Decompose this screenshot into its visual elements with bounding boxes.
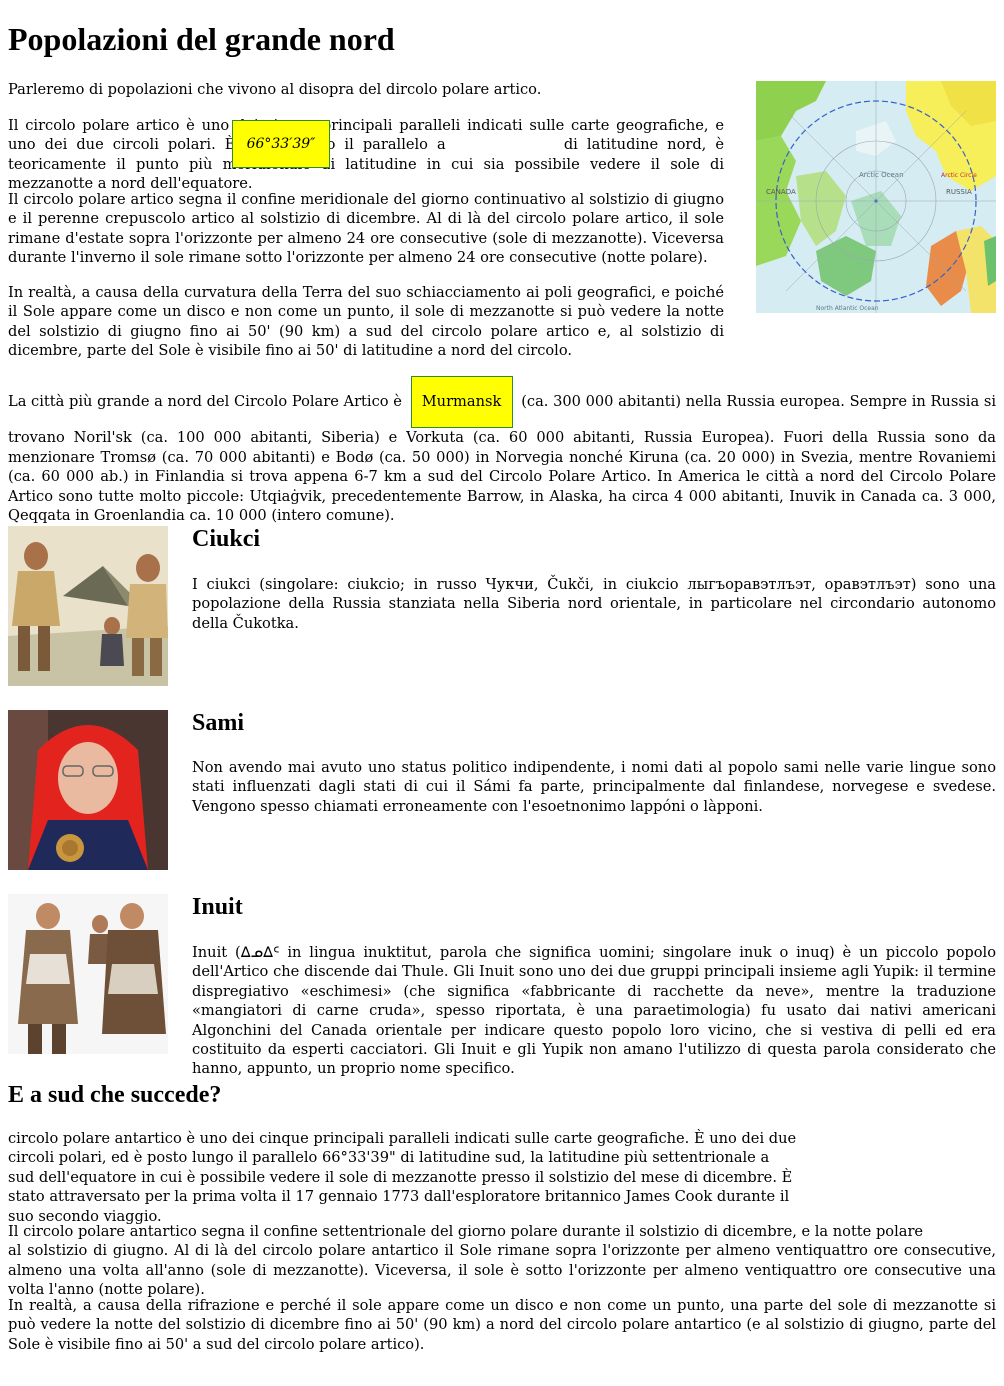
page-title: Popolazioni del grande nord [8, 21, 395, 57]
south-paragraph-2: Il circolo polare antartico segna il con… [8, 1222, 996, 1300]
arctic-map-graphic: Arctic Ocean CANADA RUSSIA North Atlanti… [756, 81, 996, 313]
latitude-highlight: 66°33′39″ [232, 120, 330, 168]
south-p2-rest: al solstizio di giugno. Al di là del cir… [8, 1242, 996, 1299]
section-heading-sami: Sami [192, 710, 245, 736]
cities-paragraph: La città più grande a nord del Circolo P… [8, 376, 996, 526]
sami-portrait [8, 710, 168, 870]
section-text-inuit: Inuit (ᐃᓄᐃᑦ in lingua inuktitut, parola … [192, 944, 996, 1078]
south-heading: E a sud che succede? [8, 1082, 222, 1108]
arctic-circle-paragraph: Il circolo polare artico è uno dei cinqu… [8, 116, 724, 194]
daylight-paragraph: Il circolo polare artico segna il confin… [8, 191, 724, 267]
south-paragraph-1: circolo polare antartico è uno dei cinqu… [8, 1130, 797, 1225]
ciukci-illustration [8, 526, 168, 686]
inuit-photo [8, 894, 168, 1054]
intro-paragraph: Parleremo di popolazioni che vivono al d… [8, 81, 542, 98]
curvature-paragraph: In realtà, a causa della curvatura della… [8, 284, 724, 360]
south-paragraph-3: In realtà, a causa della rifrazione e pe… [8, 1297, 996, 1353]
section-heading-inuit: Inuit [192, 894, 243, 920]
cities-before: La città più grande a nord del Circolo P… [8, 393, 402, 410]
map-label-ocean: Arctic Ocean [859, 171, 904, 179]
south-p2-line1: Il circolo polare antartico segna il con… [8, 1223, 924, 1240]
section-heading-ciukci: Ciukci [192, 526, 261, 552]
inuit-image [8, 894, 168, 1054]
murmansk-highlight: Murmansk [410, 376, 513, 428]
arctic-map-image: Arctic Ocean CANADA RUSSIA North Atlanti… [756, 81, 996, 313]
sami-image [8, 710, 168, 870]
section-text-sami: Non avendo mai avuto uno status politico… [192, 759, 996, 815]
map-label-circle: Arctic Circle [941, 172, 977, 179]
map-label-russia: RUSSIA [946, 188, 972, 196]
ciukci-image [8, 526, 168, 686]
section-text-ciukci: I ciukci (singolare: ciukcio; in russo Ч… [192, 576, 996, 632]
map-label-atlantic: North Atlantic Ocean [816, 305, 879, 312]
map-label-canada: CANADA [766, 188, 796, 196]
